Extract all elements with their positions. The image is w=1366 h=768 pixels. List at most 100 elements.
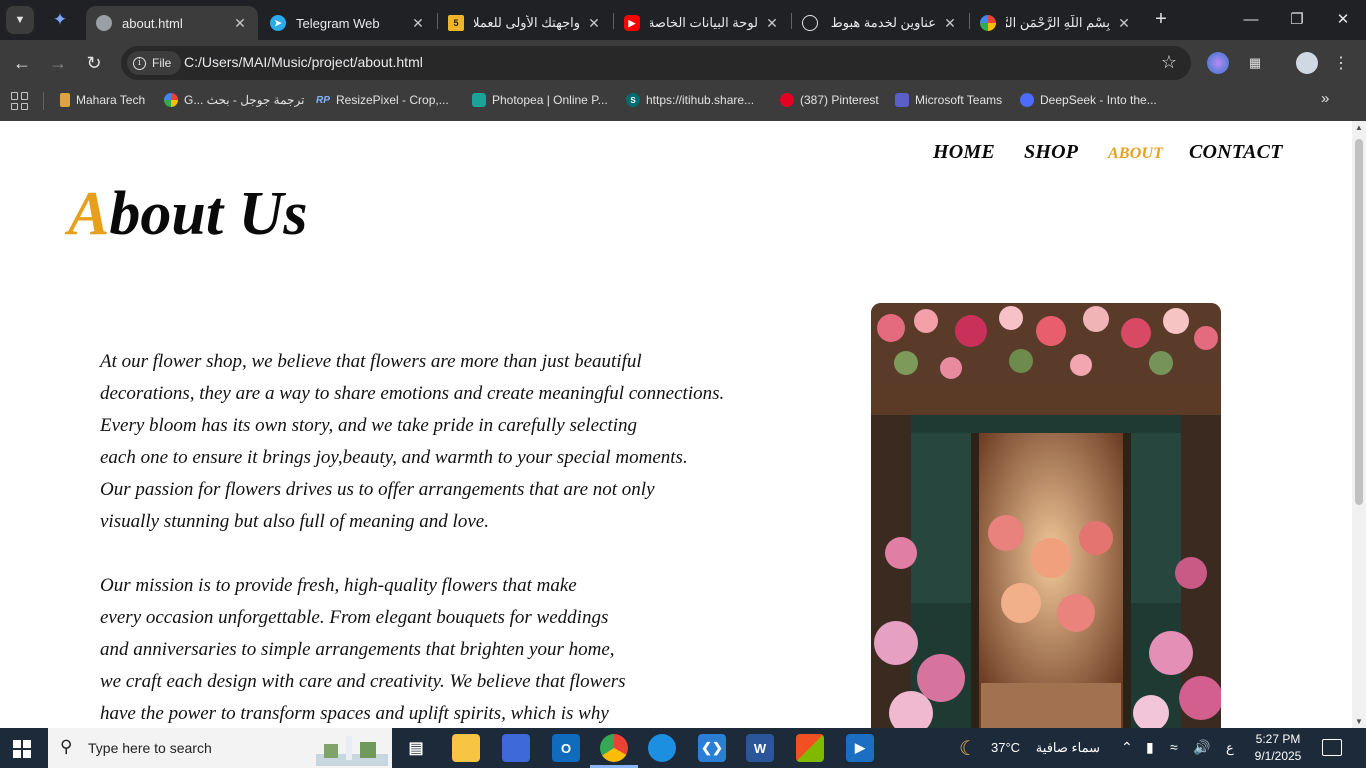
tab-landing-titles[interactable]: عناوين لخدمة هبوط ✕ (792, 6, 968, 40)
media-player-icon[interactable]: ▶ (846, 734, 874, 762)
telegram-icon: ➤ (270, 15, 286, 31)
search-placeholder: Type here to search (88, 740, 212, 756)
nav-home-link[interactable]: HOME (933, 141, 995, 164)
paragraph-line: Our passion for flowers drives us to off… (100, 479, 655, 500)
chevron-right-icon[interactable]: » (1321, 90, 1329, 107)
tab-telegram[interactable]: ➤ Telegram Web ✕ (260, 6, 436, 40)
bookmark-label: Mahara Tech (76, 93, 146, 107)
volume-icon[interactable]: 🔊 (1193, 739, 1210, 756)
tab-search-button[interactable]: ▼ (6, 6, 34, 34)
close-icon[interactable]: ✕ (232, 15, 248, 32)
address-bar[interactable]: i File C:/Users/MAI/Music/project/about.… (121, 46, 1191, 80)
windows-taskbar: ⚲ Type here to search ▤ O ❮❯ W ▶ ☾ 37°C … (0, 728, 1366, 768)
taskbar-search-box[interactable]: ⚲ Type here to search (48, 728, 392, 768)
tab-title: عناوين لخدمة هبوط (830, 15, 936, 30)
tab-customer-interface[interactable]: 5 واجهتك الأولى للعملاء ✕ (438, 6, 612, 40)
extensions-puzzle-icon[interactable]: ▦ (1244, 52, 1266, 74)
new-tab-button[interactable]: + (1150, 8, 1172, 30)
paragraph-line: visually stunning but also full of meani… (100, 511, 489, 532)
moon-weather-icon[interactable]: ☾ (959, 736, 977, 761)
paragraph-line: Every bloom has its own story, and we ta… (100, 415, 638, 436)
microsoft-store-icon[interactable] (502, 734, 530, 762)
paragraph-line: decorations, they are a way to share emo… (100, 383, 725, 404)
bookmark-pinterest[interactable]: (387) Pinterest (780, 90, 879, 110)
resizepixel-icon: RP (316, 94, 330, 106)
photopea-icon (472, 93, 486, 107)
browser-toolbar: ← → ↻ i File C:/Users/MAI/Music/project/… (0, 40, 1366, 86)
gemini-icon[interactable]: ✦ (50, 10, 70, 30)
profile-avatar[interactable] (1296, 52, 1318, 74)
scroll-up-arrow-icon[interactable]: ▲ (1355, 123, 1363, 132)
bookmark-itihub[interactable]: S https://itihub.share... (626, 90, 754, 110)
paragraph-line: every occasion unforgettable. From elega… (100, 607, 609, 628)
site-info-chip[interactable]: i File (127, 51, 182, 75)
minimize-button[interactable]: — (1236, 8, 1266, 32)
windows-start-icon[interactable] (13, 740, 31, 758)
scroll-down-arrow-icon[interactable]: ▼ (1355, 717, 1363, 726)
notification-center-icon[interactable] (1322, 739, 1342, 756)
close-icon[interactable]: ✕ (764, 15, 780, 32)
outlook-icon[interactable]: O (552, 734, 580, 762)
back-button[interactable]: ← (10, 51, 34, 75)
nav-contact-link[interactable]: CONTACT (1189, 141, 1283, 164)
chevron-up-icon[interactable]: ⌃ (1121, 739, 1133, 756)
edge-icon[interactable] (648, 734, 676, 762)
chrome-icon[interactable] (600, 734, 628, 762)
bookmark-label: G... ترجمة جوجل - بحث (184, 93, 305, 107)
page-viewport: HOME SHOP ABOUT CONTACT About Us At our … (0, 121, 1352, 728)
clock-date: 9/1/2025 (1254, 749, 1302, 763)
close-icon[interactable]: ✕ (1116, 15, 1132, 32)
close-icon[interactable]: ✕ (410, 15, 426, 32)
task-view-icon[interactable]: ▤ (402, 734, 430, 762)
file-explorer-icon[interactable] (452, 734, 480, 762)
bookmark-label: DeepSeek - Into the... (1040, 93, 1157, 107)
page-title: About Us (68, 183, 307, 245)
bookmark-label: Microsoft Teams (915, 93, 1003, 107)
tab-title: بِسْمِ اللَّهِ الرَّحْمَنِ الرَّحِيم (1006, 15, 1110, 30)
close-icon[interactable]: ✕ (942, 15, 958, 32)
about-paragraph-2: Our mission is to provide fresh, high-qu… (100, 570, 626, 728)
bookmark-separator (43, 92, 44, 110)
bookmark-mahara-tech[interactable]: Mahara Tech (60, 90, 145, 110)
nav-about-link[interactable]: ABOUT (1108, 145, 1163, 163)
tab-title: about.html (122, 15, 183, 31)
tab-about[interactable]: about.html ✕ (86, 6, 258, 40)
vscode-icon[interactable]: ❮❯ (698, 734, 726, 762)
bookmark-resizepixel[interactable]: RP ResizePixel - Crop,... (316, 90, 449, 110)
extension-brain-icon[interactable] (1207, 52, 1229, 74)
reload-button[interactable]: ↻ (82, 51, 106, 75)
close-icon[interactable]: ✕ (586, 15, 602, 32)
page-title-rest: bout Us (109, 180, 308, 248)
page-scrollbar[interactable]: ▲ ▼ (1352, 121, 1366, 728)
site-info-label: File (152, 56, 172, 70)
battery-icon[interactable]: ▮ (1146, 739, 1154, 756)
tab-dashboard[interactable]: ▶ لوحة البيانات الخاصة ✕ (614, 6, 790, 40)
bookmark-label: (387) Pinterest (800, 93, 879, 107)
sharepoint-icon: S (626, 93, 640, 107)
office-icon[interactable] (796, 734, 824, 762)
paragraph-line: we craft each design with care and creat… (100, 671, 626, 692)
window-close-button[interactable]: ✕ (1328, 8, 1358, 32)
paragraph-line: have the power to transform spaces and u… (100, 703, 609, 724)
bookmark-deepseek[interactable]: DeepSeek - Into the... (1020, 90, 1157, 110)
system-clock[interactable]: 5:27 PM 9/1/2025 (1250, 731, 1306, 765)
scrollbar-thumb[interactable] (1355, 139, 1363, 505)
restore-button[interactable]: ❐ (1282, 8, 1312, 32)
url-text[interactable]: C:/Users/MAI/Music/project/about.html (184, 54, 423, 70)
word-icon[interactable]: W (746, 734, 774, 762)
apps-grid-icon[interactable] (11, 92, 29, 110)
tab-google-search[interactable]: بِسْمِ اللَّهِ الرَّحْمَنِ الرَّحِيم ✕ (970, 6, 1142, 40)
menu-kebab-icon[interactable]: ⋮ (1330, 52, 1352, 74)
input-language[interactable]: ع (1226, 740, 1234, 756)
wifi-icon[interactable]: ≈ (1170, 739, 1178, 755)
weather-text[interactable]: سماء صافية (1028, 740, 1100, 756)
bookmark-microsoft-teams[interactable]: Microsoft Teams (895, 90, 1002, 110)
nav-shop-link[interactable]: SHOP (1024, 141, 1078, 164)
bookmark-photopea[interactable]: Photopea | Online P... (472, 90, 608, 110)
page-title-accent-letter: A (68, 180, 110, 248)
bookmark-google-translate[interactable]: G... ترجمة جوجل - بحث (164, 90, 304, 110)
temperature-text[interactable]: 37°C (991, 740, 1020, 755)
bookmark-label: ResizePixel - Crop,... (336, 93, 449, 107)
bookmark-star-icon[interactable]: ☆ (1161, 52, 1177, 73)
forward-button[interactable]: → (46, 51, 70, 75)
